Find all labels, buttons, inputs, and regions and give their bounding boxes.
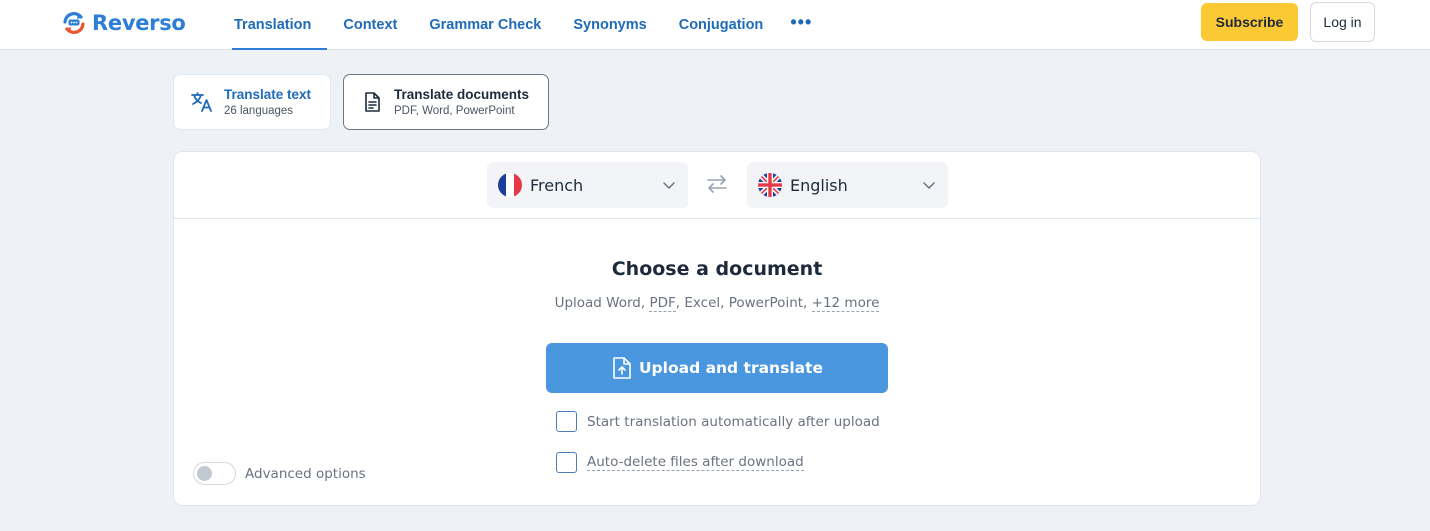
main-nav: Translation Context Grammar Check Synony…: [218, 0, 823, 50]
nav-translation[interactable]: Translation: [218, 0, 328, 50]
auto-delete-label: Auto-delete files after download: [587, 454, 804, 471]
translate-text-title: Translate text: [224, 86, 312, 102]
advanced-options-toggle[interactable]: [193, 462, 236, 485]
target-language-name: English: [790, 175, 848, 195]
source-language-name: French: [530, 175, 584, 195]
chevron-down-icon: [923, 182, 935, 189]
swap-languages-icon[interactable]: [705, 172, 729, 196]
reverso-logo[interactable]: Reverso: [60, 7, 186, 39]
more-formats-link[interactable]: +12 more: [811, 295, 880, 312]
target-language-select[interactable]: English: [747, 162, 948, 208]
nav-grammar-check[interactable]: Grammar Check: [413, 0, 557, 50]
login-button[interactable]: Log in: [1310, 2, 1375, 42]
nav-synonyms[interactable]: Synonyms: [557, 0, 662, 50]
top-header: Reverso Translation Context Grammar Chec…: [0, 0, 1430, 50]
upload-button-label: Upload and translate: [638, 359, 824, 377]
subscribe-button[interactable]: Subscribe: [1201, 3, 1298, 41]
pdf-format-link[interactable]: PDF: [649, 295, 676, 312]
flag-fr-icon: [498, 173, 522, 197]
formats-middle: , Excel, PowerPoint,: [675, 295, 808, 311]
formats-prefix: Upload Word,: [554, 295, 646, 311]
document-icon: [365, 92, 380, 112]
translate-text-subtitle: 26 languages: [224, 104, 294, 117]
auto-delete-checkbox[interactable]: [556, 452, 577, 473]
file-upload-icon: [613, 357, 631, 379]
nav-conjugation[interactable]: Conjugation: [663, 0, 780, 50]
language-bar: French English: [174, 152, 1260, 219]
translate-documents-subtitle: PDF, Word, PowerPoint: [394, 104, 515, 117]
toggle-knob: [197, 466, 212, 481]
supported-formats-text: Upload Word, PDF, Excel, PowerPoint, +12…: [174, 295, 1260, 312]
flag-uk-icon: [758, 173, 782, 197]
advanced-options-toggle-row[interactable]: Advanced options: [193, 462, 366, 485]
upload-and-translate-button[interactable]: Upload and translate: [546, 343, 888, 393]
translate-text-labels: Translate text 26 languages: [224, 86, 311, 119]
translate-text-tab[interactable]: Translate text 26 languages: [173, 74, 331, 130]
document-translation-panel: French English Choose a document Upload …: [173, 151, 1261, 506]
translate-documents-title: Translate documents: [394, 86, 530, 102]
chevron-down-icon: [663, 182, 675, 189]
choose-document-title: Choose a document: [611, 258, 823, 280]
auto-delete-option[interactable]: Auto-delete files after download: [556, 452, 804, 473]
reverso-logo-icon: [63, 12, 85, 34]
more-menu-icon[interactable]: •••: [779, 0, 823, 50]
advanced-options-label: Advanced options: [245, 465, 366, 482]
auto-start-label: Start translation automatically after up…: [587, 413, 880, 430]
translate-icon: [191, 92, 212, 112]
auto-start-checkbox[interactable]: [556, 411, 577, 432]
auto-start-option[interactable]: Start translation automatically after up…: [556, 411, 880, 432]
logo-text: Reverso: [92, 11, 186, 35]
translate-documents-tab[interactable]: Translate documents PDF, Word, PowerPoin…: [343, 74, 549, 130]
source-language-select[interactable]: French: [487, 162, 688, 208]
nav-context[interactable]: Context: [327, 0, 413, 50]
translate-documents-labels: Translate documents PDF, Word, PowerPoin…: [394, 86, 529, 119]
